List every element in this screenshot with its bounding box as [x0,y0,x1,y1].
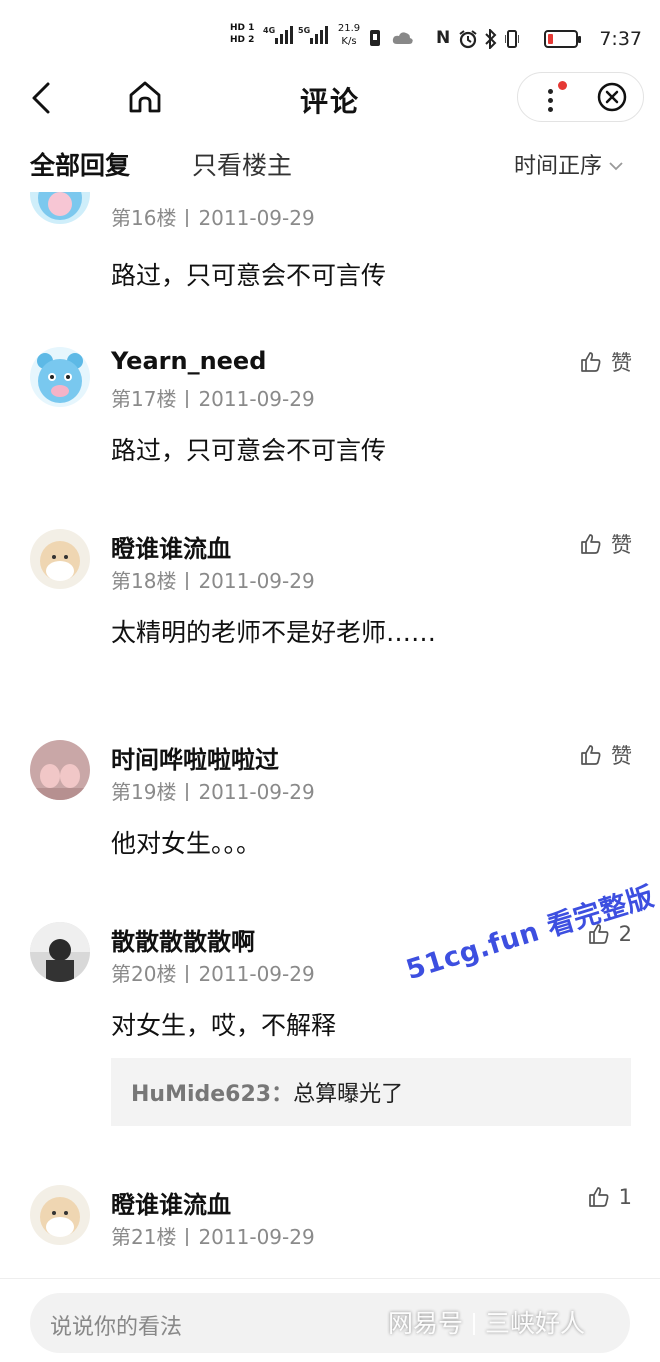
reply-username: HuMide623： [131,1082,294,1107]
comment-item: 瞪谁谁流血 第18楼 2011-09-29 赞 太精明的老师不是好老师…… [0,529,660,729]
thumbs-up-icon [581,745,601,765]
thumbs-up-icon [581,352,601,372]
like-button[interactable]: 赞 [579,740,632,770]
thumbs-up-icon [581,534,601,554]
tab-op-only[interactable]: 只看楼主 [192,146,292,182]
network-type-2: 5G [298,26,311,35]
avatar[interactable] [30,922,90,982]
nfc-icon: N [436,28,451,48]
like-count: 1 [618,1185,632,1209]
comment-meta: 第17楼 2011-09-29 [111,387,315,411]
like-button[interactable]: 赞 [579,529,632,559]
signal-icon-1 [275,24,293,44]
more-options-icon[interactable] [538,81,567,113]
bluetooth-icon [485,29,497,49]
battery-icon [544,30,581,48]
avatar[interactable] [30,192,90,224]
comment-text: 对女生，哎，不解释 [111,1011,337,1040]
reply-text: 总算曝光了 [293,1082,404,1107]
hd-indicator: HD 1 HD 2 [230,23,255,45]
like-label: 赞 [611,744,632,768]
clock: 7:37 [599,28,642,50]
username[interactable]: 瞪谁谁流血 [111,1185,231,1220]
comment-text: 太精明的老师不是好老师…… [111,618,437,647]
alarm-icon [459,30,477,49]
comment-meta: 第18楼 2011-09-29 [111,569,315,593]
username[interactable]: 时间哗啦啦啦过 [111,740,279,775]
notification-dot [558,81,567,90]
username[interactable]: Yearn_need [111,347,266,375]
source-watermark: 网易号 三峡好人 [388,1309,586,1338]
comment-item: 第16楼 2011-09-29 路过，只可意会不可言传 [0,192,660,332]
reply-preview[interactable]: HuMide623：总算曝光了 [111,1058,631,1126]
tab-all-replies[interactable]: 全部回复 [30,146,130,182]
vibrate-icon [505,30,519,48]
avatar[interactable] [30,1185,90,1245]
mini-program-capsule [517,72,644,122]
like-label: 赞 [611,533,632,557]
like-button[interactable]: 1 [587,1185,632,1209]
comment-item: Yearn_need 第17楼 2011-09-29 赞 路过，只可意会不可言传 [0,347,660,517]
comment-item: 时间哗啦啦啦过 第19楼 2011-09-29 赞 他对女生。。。 [0,740,660,910]
avatar[interactable] [30,529,90,589]
comment-meta: 第21楼 2011-09-29 [111,1225,315,1249]
close-circle-icon[interactable] [596,81,628,113]
sort-label: 时间正序 [514,154,603,179]
network-type-1: 4G [263,26,276,35]
comment-meta: 第20楼 2011-09-29 [111,962,315,986]
comment-text: 路过，只可意会不可言传 [111,261,387,290]
chevron-down-icon [609,161,623,170]
comment-meta: 第16楼 2011-09-29 [111,206,315,230]
like-label: 赞 [611,351,632,375]
filter-bar: 全部回复 只看楼主 时间正序 [0,140,660,192]
comment-item: 瞪谁谁流血 第21楼 2011-09-29 1 [0,1185,660,1278]
status-bar: HD 1 HD 2 4G 5G 21.9 K/s N 7:37 [0,0,660,70]
comment-list[interactable]: 第16楼 2011-09-29 路过，只可意会不可言传 Yearn_need 第1… [0,192,660,1278]
avatar[interactable] [30,740,90,800]
comment-meta: 第19楼 2011-09-29 [111,780,315,804]
username[interactable]: 瞪谁谁流血 [111,529,231,564]
comment-text: 路过，只可意会不可言传 [111,436,387,465]
like-button[interactable]: 赞 [579,347,632,377]
cloud-icon [392,32,413,44]
comment-text: 他对女生。。。 [111,829,262,858]
sort-dropdown[interactable]: 时间正序 [514,148,624,180]
network-speed: 21.9 K/s [337,23,361,47]
sim-icon [370,30,380,46]
comment-item: 散散散散散啊 第20楼 2011-09-29 2 对女生，哎，不解释 HuMide… [0,922,660,1162]
like-count: 2 [618,922,632,946]
thumbs-up-icon [588,1187,609,1207]
title-bar: 评论 [0,70,660,126]
avatar[interactable] [30,347,90,407]
username[interactable]: 散散散散散啊 [111,922,255,957]
signal-icon-2 [310,24,328,44]
